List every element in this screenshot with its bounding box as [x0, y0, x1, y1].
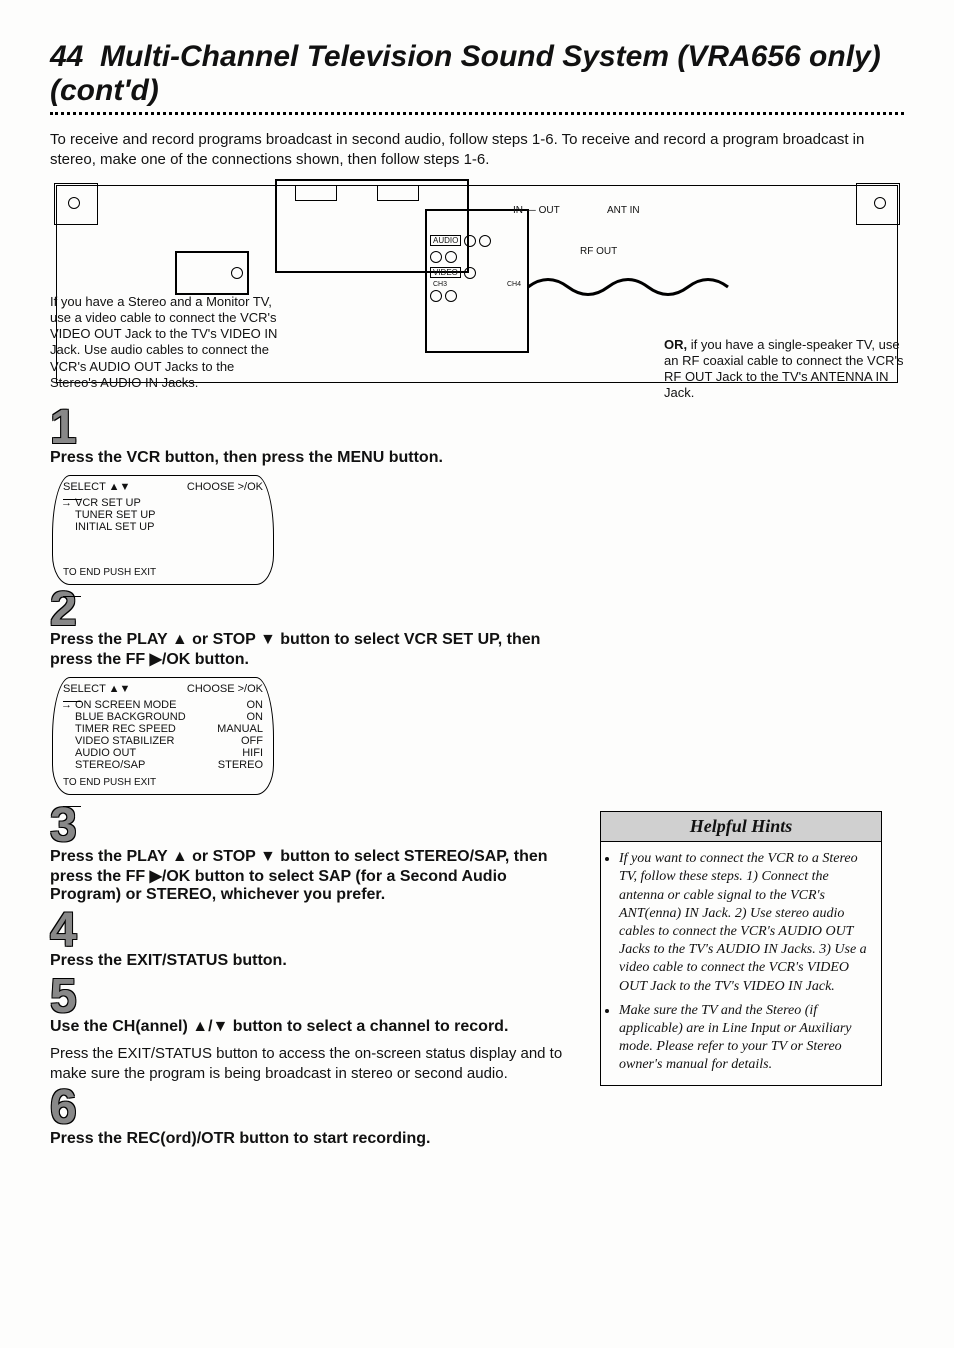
connection-diagram: AUDIO VIDEO CH3 CH4 IN — OUT ANT IN RF O… [50, 179, 904, 389]
osd2-r3r: OFF [241, 735, 263, 747]
step-2-heading: Press the PLAY ▲ or STOP ▼ button to sel… [50, 631, 570, 669]
osd1-footer: TO END PUSH EXIT [63, 567, 263, 578]
step-3-heading: Press the PLAY ▲ or STOP ▼ button to sel… [50, 848, 570, 904]
page-number: 44 [50, 40, 83, 73]
hint-2: Make sure the TV and the Stereo (if appl… [619, 1002, 869, 1075]
left-callout: If you have a Stereo and a Monitor TV, u… [50, 294, 285, 392]
osd2-r2r: MANUAL [217, 723, 263, 735]
osd2-choose: CHOOSE >/OK [187, 683, 263, 695]
helpful-hints-box: Helpful Hints If you want to connect the… [600, 811, 882, 1085]
hint-1: If you want to connect the VCR to a Ster… [619, 850, 869, 996]
step-1-heading: Press the VCR button, then press the MEN… [50, 449, 570, 467]
step-4-number: 4 [50, 912, 570, 950]
osd1-item-1: TUNER SET UP [75, 509, 155, 521]
osd2-r4r: HIFI [242, 747, 263, 759]
osd1-item-0: VCR SET UP [75, 497, 141, 509]
right-callout: OR, if you have a single-speaker TV, use… [664, 337, 904, 402]
step-5-body: Press the EXIT/STATUS button to access t… [50, 1044, 570, 1083]
osd2-r1r: ON [247, 711, 264, 723]
step-6-heading: Press the REC(ord)/OTR button to start r… [50, 1130, 570, 1148]
step-1-number: 1 [50, 409, 904, 447]
step-5-heading: Use the CH(annel) ▲/▼ button to select a… [50, 1018, 570, 1036]
step-6-number: 6 [50, 1089, 570, 1127]
osd2-r5r: STEREO [218, 759, 263, 771]
osd2-footer: TO END PUSH EXIT [63, 777, 263, 788]
osd-menu-1: SELECT ▲▼ CHOOSE >/OK VCR SET UP TUNER S… [52, 475, 274, 585]
title-divider [50, 112, 904, 115]
step-2-number: 2 [50, 591, 904, 629]
title-text: Multi-Channel Television Sound System (V… [50, 40, 881, 107]
osd2-r2l: TIMER REC SPEED [75, 723, 176, 735]
osd2-r5l: STEREO/SAP [75, 759, 145, 771]
osd1-choose: CHOOSE >/OK [187, 481, 263, 493]
osd1-select: SELECT ▲▼ [63, 481, 130, 493]
hints-title: Helpful Hints [601, 812, 881, 842]
osd2-r1l: BLUE BACKGROUND [75, 711, 186, 723]
step-4-heading: Press the EXIT/STATUS button. [50, 952, 570, 970]
osd2-r4l: AUDIO OUT [75, 747, 136, 759]
osd2-r0r: ON [247, 699, 264, 711]
osd2-r3l: VIDEO STABILIZER [75, 735, 174, 747]
osd2-select: SELECT ▲▼ [63, 683, 130, 695]
step-3-number: 3 [50, 807, 570, 845]
step-5-number: 5 [50, 978, 570, 1016]
rf-cable-icon [528, 267, 738, 307]
osd2-r0l: ON SCREEN MODE [75, 699, 176, 711]
intro-paragraph: To receive and record programs broadcast… [50, 130, 904, 171]
osd-menu-2: SELECT ▲▼ CHOOSE >/OK ON SCREEN MODE ON B… [52, 677, 274, 795]
osd1-item-2: INITIAL SET UP [75, 521, 154, 533]
or-strong: OR, [664, 337, 687, 352]
page-title: 44 Multi-Channel Television Sound System… [50, 40, 904, 108]
